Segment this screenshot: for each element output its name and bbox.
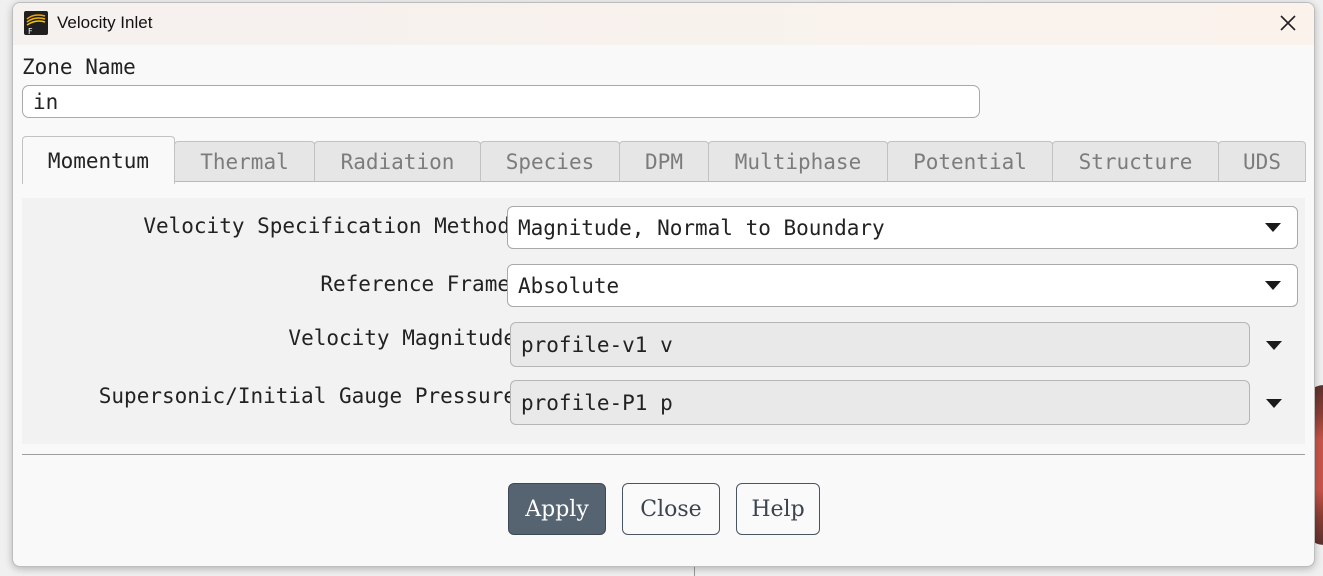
reference-frame-value: Absolute	[518, 273, 620, 298]
help-button[interactable]: Help	[736, 483, 820, 535]
gauge-pressure-dropdown-icon[interactable]	[1266, 399, 1282, 408]
apply-button[interactable]: Apply	[508, 483, 606, 535]
gauge-pressure-field[interactable]: profile-P1 p	[510, 380, 1250, 425]
button-divider	[22, 454, 1305, 455]
zone-name-input[interactable]: in	[22, 85, 980, 118]
close-button[interactable]: Close	[622, 483, 720, 535]
velocity-magnitude-dropdown-icon[interactable]	[1266, 341, 1282, 350]
window-title: Velocity Inlet	[57, 13, 153, 32]
close-icon[interactable]	[1276, 11, 1300, 35]
velocity-inlet-dialog: F Velocity Inlet Zone Name in Momentum T…	[12, 2, 1315, 567]
tab-dpm[interactable]: DPM	[619, 141, 709, 182]
tab-uds[interactable]: UDS	[1218, 141, 1306, 182]
tab-structure[interactable]: Structure	[1052, 141, 1219, 182]
svg-text:F: F	[28, 27, 33, 35]
fluent-app-icon: F	[24, 11, 48, 35]
velocity-spec-dropdown[interactable]: Magnitude, Normal to Boundary	[507, 206, 1298, 249]
velocity-magnitude-field[interactable]: profile-v1 v	[510, 322, 1250, 367]
velocity-magnitude-value: profile-v1 v	[521, 332, 673, 357]
tab-potential[interactable]: Potential	[887, 141, 1053, 182]
momentum-panel: Velocity Specification Method Magnitude,…	[22, 198, 1305, 444]
tab-species[interactable]: Species	[480, 141, 620, 182]
reference-frame-dropdown[interactable]: Absolute	[507, 264, 1298, 307]
tab-multiphase[interactable]: Multiphase	[708, 141, 888, 182]
gauge-pressure-label: Supersonic/Initial Gauge Pressure	[98, 384, 516, 408]
reference-frame-label: Reference Frame	[320, 272, 510, 296]
chevron-down-icon	[1265, 281, 1281, 290]
velocity-spec-value: Magnitude, Normal to Boundary	[518, 215, 885, 240]
velocity-magnitude-label: Velocity Magnitude	[288, 326, 516, 350]
tab-momentum[interactable]: Momentum	[22, 136, 175, 184]
zone-name-label: Zone Name	[22, 55, 136, 79]
title-bar[interactable]: F Velocity Inlet	[13, 3, 1314, 45]
tab-thermal[interactable]: Thermal	[174, 141, 315, 182]
velocity-spec-label: Velocity Specification Method	[143, 214, 510, 238]
gauge-pressure-value: profile-P1 p	[521, 390, 673, 415]
tab-bar: Momentum Thermal Radiation Species DPM M…	[22, 136, 1306, 184]
tab-radiation[interactable]: Radiation	[314, 141, 481, 182]
chevron-down-icon	[1265, 223, 1281, 232]
